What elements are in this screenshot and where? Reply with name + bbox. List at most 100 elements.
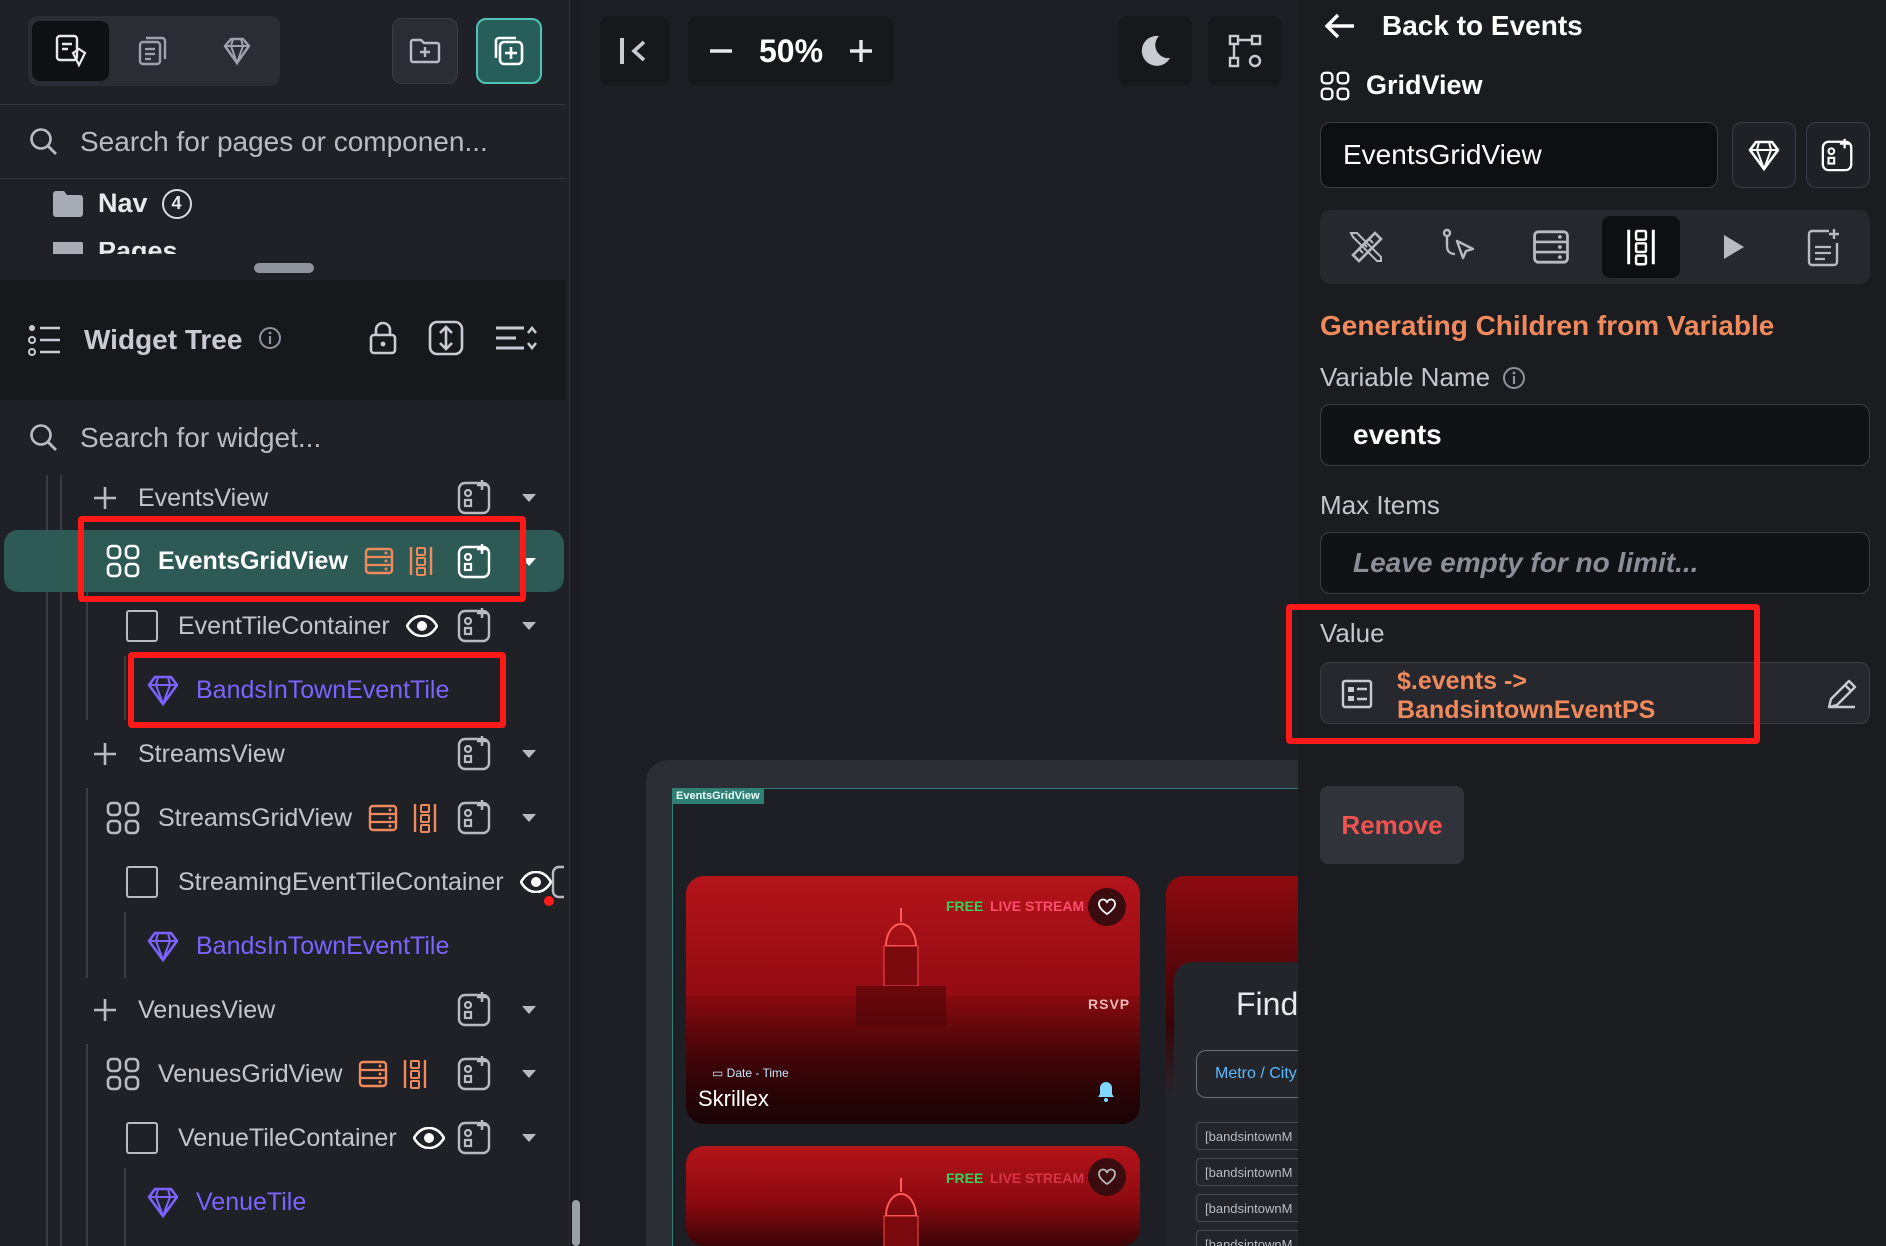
bell-icon[interactable] <box>1096 1080 1116 1102</box>
chevron-down-icon[interactable] <box>522 494 536 502</box>
list-item[interactable]: [bandsintownM <box>1196 1158 1306 1186</box>
zoom-out-icon[interactable] <box>708 38 734 64</box>
widget-name-input[interactable]: EventsGridView <box>1320 122 1718 188</box>
add-child-icon[interactable] <box>456 606 494 649</box>
container-icon <box>126 610 158 642</box>
tree-scrollbar[interactable] <box>572 1200 580 1246</box>
live-stream-tag: LIVE STREAM <box>990 898 1085 914</box>
component-gem-icon <box>147 931 179 962</box>
folder-label: Pages <box>98 242 178 254</box>
eye-icon[interactable] <box>519 871 552 893</box>
tab-actions[interactable] <box>1420 216 1498 278</box>
add-child-button[interactable] <box>1806 122 1870 188</box>
tree-node[interactable]: VenueTileContainer <box>126 1108 445 1168</box>
page-search[interactable]: Search for pages or componen... <box>0 120 566 164</box>
widget-type-label: GridView <box>1366 70 1483 100</box>
add-child-icon[interactable] <box>456 990 494 1033</box>
tree-node[interactable]: StreamingEventTileContainer <box>126 852 552 912</box>
generate-children-icon <box>404 1060 427 1089</box>
tab-notes[interactable] <box>1784 216 1862 278</box>
variable-name-label: Variable Name <box>1320 362 1526 393</box>
error-dot <box>544 896 554 906</box>
find-title: Find <box>1236 986 1299 1022</box>
tree-node-label: EventsView <box>138 483 269 512</box>
tab-animations[interactable] <box>1694 216 1772 278</box>
tab-properties[interactable] <box>1328 216 1406 278</box>
favorite-button[interactable] <box>1088 1158 1126 1196</box>
pencil-edit-icon[interactable] <box>1825 677 1859 711</box>
add-child-icon[interactable] <box>456 734 494 777</box>
panel-resize-handle[interactable] <box>254 263 314 273</box>
tree-node[interactable]: VenuesView <box>92 980 275 1040</box>
tree-node[interactable]: EventTileContainer <box>126 596 438 656</box>
pages-tab[interactable] <box>115 21 192 81</box>
ruler-pencil-icon <box>1349 231 1383 263</box>
zoom-in-icon[interactable] <box>848 38 874 64</box>
info-icon[interactable] <box>1502 366 1526 390</box>
add-child-icon[interactable] <box>550 862 564 900</box>
lock-icon[interactable] <box>368 321 398 360</box>
collapse-panel-button[interactable] <box>600 16 670 86</box>
eye-icon[interactable] <box>412 1127 445 1149</box>
page-search-input[interactable]: Search for pages or componen... <box>80 126 488 158</box>
back-button[interactable]: Back to Events <box>1324 10 1583 42</box>
canvas-settings-button[interactable] <box>1208 16 1282 86</box>
expand-collapse-icon[interactable] <box>428 320 464 361</box>
variable-name-input[interactable]: events <box>1320 404 1870 466</box>
tab-generate-children[interactable] <box>1602 216 1680 278</box>
add-child-icon[interactable] <box>456 1118 494 1161</box>
tree-guide-line <box>124 656 126 720</box>
metro-city-input[interactable]: Metro / City <box>1196 1050 1306 1098</box>
favorite-button[interactable] <box>1088 888 1126 926</box>
add-page-button[interactable] <box>476 18 542 84</box>
widget-palette-tab[interactable] <box>32 21 110 81</box>
container-icon <box>126 866 158 898</box>
list-item[interactable]: [bandsintownM <box>1196 1230 1306 1246</box>
tab-backend-query[interactable] <box>1512 216 1590 278</box>
widget-type: GridView <box>1320 70 1483 101</box>
remove-button[interactable]: Remove <box>1320 786 1464 864</box>
chevron-down-icon[interactable] <box>522 1006 536 1014</box>
tree-options-icon[interactable] <box>494 323 538 358</box>
add-child-icon[interactable] <box>456 478 494 521</box>
folder-partial[interactable]: Pages <box>52 242 178 254</box>
tree-node[interactable]: StreamsView <box>92 724 285 784</box>
chevron-down-icon[interactable] <box>522 622 536 630</box>
components-tab[interactable] <box>199 21 276 81</box>
list-item[interactable]: [bandsintownM <box>1196 1122 1306 1150</box>
tree-guide-line <box>124 1168 126 1246</box>
tree-node[interactable]: VenuesGridView <box>106 1044 428 1104</box>
plus-icon <box>94 743 116 765</box>
event-card[interactable]: FREE LIVE STREAM RSVP ▭ Date - Time Skri… <box>686 876 1140 1124</box>
chevron-down-icon[interactable] <box>522 814 536 822</box>
left-panel: Search for pages or componen... Nav 4 Pa… <box>0 0 570 1246</box>
gem-icon <box>1748 140 1780 171</box>
list-item[interactable]: [bandsintownM <box>1196 1194 1306 1222</box>
info-icon[interactable] <box>258 326 282 355</box>
tree-node[interactable]: VenueTile <box>146 1172 306 1232</box>
add-child-icon[interactable] <box>456 798 494 841</box>
highlight-box <box>78 516 526 602</box>
tree-node-label: VenueTile <box>196 1187 307 1216</box>
event-card[interactable]: FREE LIVE STREAM <box>686 1146 1140 1246</box>
chevron-down-icon[interactable] <box>522 1070 536 1078</box>
add-child-icon[interactable] <box>456 1054 494 1097</box>
widget-search-input[interactable]: Search for widget... <box>80 422 321 454</box>
folder-nav[interactable]: Nav 4 <box>52 188 192 219</box>
eye-icon[interactable] <box>405 615 438 637</box>
chevron-down-icon[interactable] <box>522 1134 536 1142</box>
tree-node-label: BandsInTownEventTile <box>196 931 450 960</box>
tree-node[interactable]: StreamsGridView <box>106 788 438 848</box>
dark-mode-toggle[interactable] <box>1118 16 1192 86</box>
max-items-input[interactable]: Leave empty for no limit... <box>1320 532 1870 594</box>
widget-palette-icon <box>55 34 87 68</box>
widget-search[interactable]: Search for widget... <box>0 416 566 460</box>
tree-guide-line <box>124 912 126 978</box>
rsvp-label: RSVP <box>1088 996 1131 1012</box>
chevron-down-icon[interactable] <box>522 750 536 758</box>
convert-to-component-button[interactable] <box>1732 122 1796 188</box>
new-folder-button[interactable] <box>392 18 458 84</box>
tree-guide-line <box>86 788 88 978</box>
tree-node[interactable]: BandsInTownEventTile <box>146 916 449 976</box>
divider <box>0 104 566 105</box>
